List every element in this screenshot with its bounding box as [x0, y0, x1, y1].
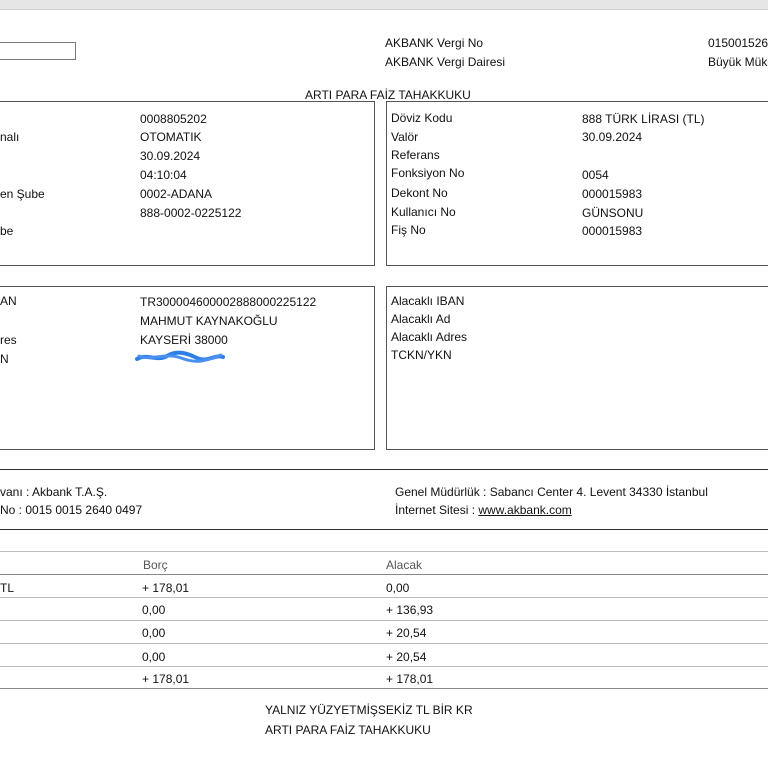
table-cell-alacak: + 20,54 [386, 626, 427, 640]
table-cell-borc: 0,00 [142, 626, 166, 640]
divider [0, 529, 768, 530]
field-value: OTOMATIK [140, 130, 202, 144]
address-value: KAYSERİ 38000 [140, 333, 228, 347]
head-office-address: Genel Müdürlük : Sabancı Center 4. Leven… [395, 485, 708, 499]
iban-value: TR300004600002888000225122 [140, 295, 317, 309]
vergi-no-value: 015001526 [708, 36, 768, 50]
kullanici-no-label: Kullanıcı No [391, 205, 456, 219]
company-title: vanı : Akbank T.A.Ş. [0, 485, 108, 499]
window-top-bar [0, 0, 768, 10]
field-label: res [0, 333, 17, 347]
field-value: 0008805202 [140, 112, 207, 126]
dekont-no-value: 000015983 [582, 187, 643, 201]
name-value: MAHMUT KAYNAKOĞLU [140, 314, 278, 328]
vergi-dairesi-label: AKBANK Vergi Dairesi [385, 55, 506, 69]
table-cell-borc: + 178,01 [142, 581, 190, 595]
doviz-kodu-value: 888 TÜRK LİRASI (TL) [582, 112, 705, 126]
table-cell-borc: 0,00 [142, 650, 166, 664]
borc-header: Borç [143, 558, 168, 572]
creditor-info-box [386, 286, 768, 450]
fis-no-label: Fiş No [391, 223, 426, 237]
field-value: 04:10:04 [140, 168, 187, 182]
table-cell-borc: 0,00 [142, 603, 166, 617]
amount-in-words: YALNIZ YÜZYETMİŞSEKİZ TL BİR KR [265, 703, 473, 717]
referans-label: Referans [391, 148, 440, 162]
field-label: be [0, 224, 14, 238]
total-borc: + 178,01 [142, 672, 190, 686]
field-label: nalı [0, 130, 20, 144]
document-title: ARTI PARA FAİZ TAHAKKUKU [305, 88, 471, 102]
field-label: AN [0, 294, 17, 308]
fonksiyon-no-label: Fonksiyon No [391, 166, 465, 180]
table-cell-alacak: 0,00 [386, 581, 410, 595]
redaction-scribble [135, 350, 225, 363]
field-value: 888-0002-0225122 [140, 206, 242, 220]
table-divider [0, 666, 768, 667]
table-divider [0, 688, 768, 689]
vergi-dairesi-value: Büyük Mükel [708, 55, 768, 69]
debtor-info-box [0, 286, 375, 450]
company-number: No : 0015 0015 2640 0497 [0, 503, 143, 517]
valor-value: 30.09.2024 [582, 130, 643, 144]
field-label: en Şube [0, 187, 45, 201]
alacakli-iban-label: Alacaklı IBAN [391, 294, 465, 308]
field-label: N [0, 352, 9, 366]
alacakli-adres-label: Alacaklı Adres [391, 330, 468, 344]
doviz-kodu-label: Döviz Kodu [391, 111, 453, 125]
divider [0, 469, 768, 470]
website-line: İnternet Sitesi : www.akbank.com [395, 503, 572, 517]
table-divider [0, 620, 768, 621]
valor-label: Valör [391, 130, 419, 144]
vergi-no-label: AKBANK Vergi No [385, 36, 484, 50]
tckn-label: TCKN/YKN [391, 348, 452, 362]
website-label: İnternet Sitesi : [395, 503, 479, 517]
kullanici-no-value: GÜNSONU [582, 206, 644, 220]
field-value: 30.09.2024 [140, 149, 201, 163]
table-cell-alacak: + 136,93 [386, 603, 434, 617]
footer-title: ARTI PARA FAİZ TAHAKKUKU [265, 723, 431, 737]
table-row-label: TL [0, 581, 15, 595]
dekont-no-label: Dekont No [391, 186, 448, 200]
table-divider [0, 574, 768, 575]
field-value: 0002-ADANA [140, 187, 213, 201]
table-divider [0, 597, 768, 598]
fonksiyon-no-value: 0054 [582, 168, 609, 182]
reference-input-field[interactable] [0, 42, 76, 60]
table-divider [0, 643, 768, 644]
table-cell-alacak: + 20,54 [386, 650, 427, 664]
currency-info-box [386, 101, 768, 266]
alacak-header: Alacak [386, 558, 423, 572]
table-divider [0, 551, 768, 552]
website-link[interactable]: www.akbank.com [478, 503, 571, 517]
fis-no-value: 000015983 [582, 224, 643, 238]
total-alacak: + 178,01 [386, 672, 434, 686]
alacakli-ad-label: Alacaklı Ad [391, 312, 451, 326]
